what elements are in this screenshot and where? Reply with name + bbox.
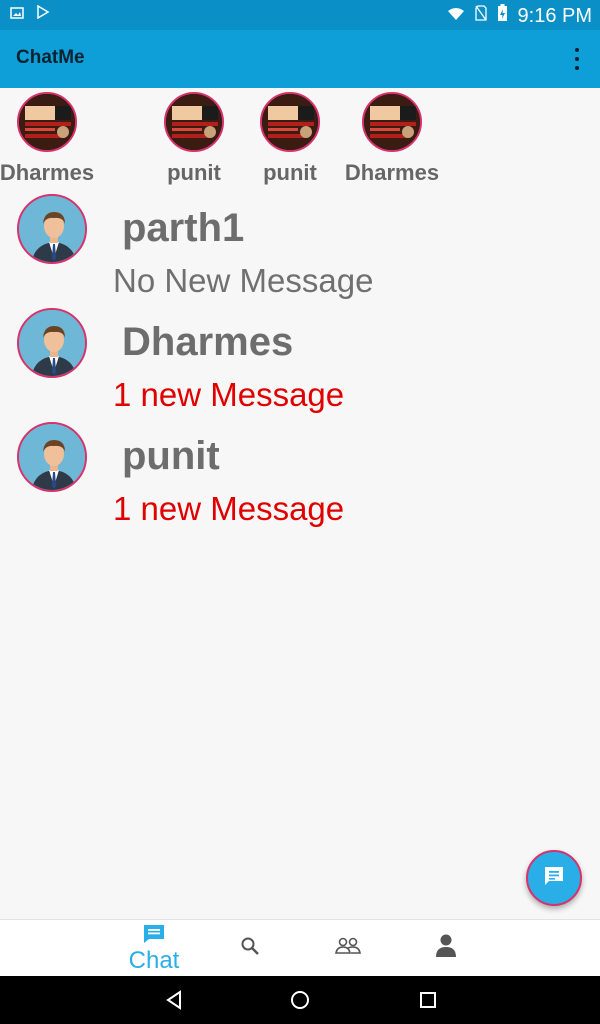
stories-row: Dharmes punit punit Dharmes — [0, 92, 600, 192]
nav-chat[interactable]: Chat — [122, 920, 186, 977]
search-icon — [240, 936, 260, 961]
story-avatar — [164, 92, 224, 152]
app-bar: ChatMe — [0, 30, 600, 88]
chat-icon — [143, 924, 165, 949]
image-notification-icon — [10, 6, 24, 24]
nav-people[interactable] — [328, 920, 368, 977]
story-name: Dharmes — [0, 160, 95, 185]
wifi-icon — [447, 5, 465, 27]
chat-name: Dharmes — [122, 320, 294, 364]
new-message-button[interactable] — [526, 850, 582, 906]
status-bar: 9:16 PM — [0, 0, 600, 30]
avatar — [17, 422, 87, 492]
nav-chat-label: Chat — [128, 947, 180, 974]
profile-icon — [436, 934, 456, 963]
nav-profile[interactable] — [428, 920, 464, 977]
avatar — [17, 194, 87, 264]
story-name: punit — [263, 160, 317, 185]
story-name: punit — [167, 160, 221, 185]
avatar — [17, 308, 87, 378]
people-icon — [335, 937, 361, 960]
clock: 9:16 PM — [517, 4, 592, 27]
story-avatar — [17, 92, 77, 152]
chat-status: No New Message — [113, 262, 374, 299]
story-item[interactable]: punit — [162, 92, 226, 186]
chat-row-dharmes[interactable]: Dharmes 1 new Message — [0, 308, 600, 418]
chat-name: punit — [122, 434, 220, 478]
recents-icon[interactable] — [416, 988, 440, 1012]
story-item[interactable]: punit — [258, 92, 322, 186]
chat-name: parth1 — [122, 206, 245, 250]
battery-charging-icon — [497, 4, 508, 28]
play-store-notification-icon — [36, 4, 50, 24]
story-avatar — [362, 92, 422, 152]
new-message-icon — [542, 864, 566, 893]
chat-status: 1 new Message — [113, 376, 345, 413]
story-avatar — [260, 92, 320, 152]
chat-status: 1 new Message — [113, 490, 345, 527]
system-navigation-bar — [0, 976, 600, 1024]
no-sim-icon — [474, 5, 487, 27]
story-name: Dharmes — [344, 160, 440, 185]
app-title: ChatMe — [16, 47, 85, 68]
chat-row-punit[interactable]: punit 1 new Message — [0, 422, 600, 532]
nav-search[interactable] — [232, 920, 268, 977]
back-icon[interactable] — [162, 988, 186, 1012]
story-item[interactable]: Dharmes — [0, 92, 102, 186]
more-vert-icon[interactable] — [574, 48, 580, 70]
story-item[interactable]: Dharmes — [337, 92, 447, 186]
chat-row-parth1[interactable]: parth1 No New Message — [0, 194, 600, 304]
bottom-navigation: Chat — [0, 919, 600, 976]
home-icon[interactable] — [288, 988, 312, 1012]
